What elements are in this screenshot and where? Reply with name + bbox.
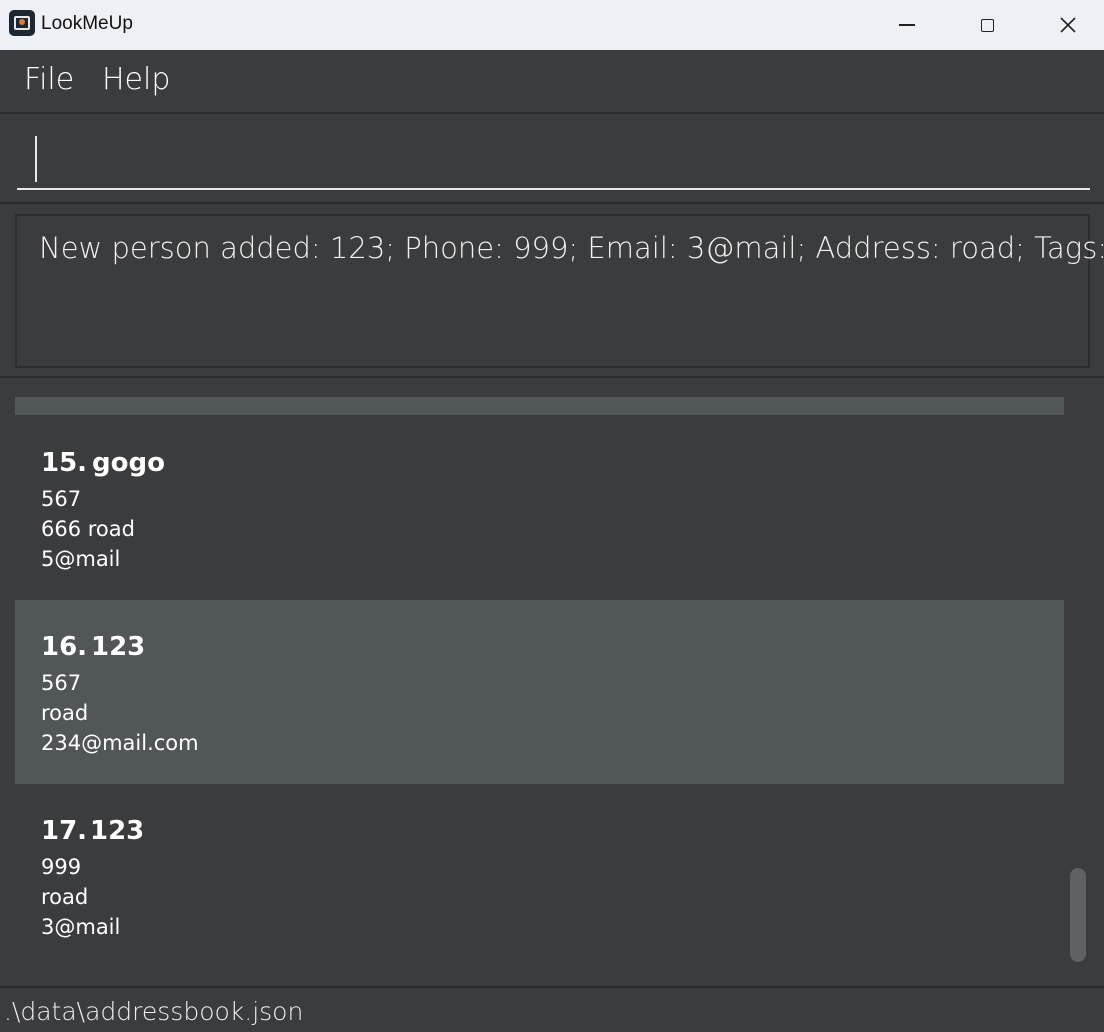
command-input[interactable]: [17, 128, 1090, 190]
text-caret: [35, 136, 37, 182]
menu-bar: File Help: [0, 50, 1104, 112]
status-bar: .\data\addressbook.json: [0, 986, 1104, 1032]
person-name: gogo: [92, 448, 165, 478]
person-email: 3@mail: [41, 915, 121, 939]
person-phone: 567: [41, 671, 82, 695]
person-phone: 567: [41, 487, 82, 511]
person-email: 5@mail: [41, 547, 121, 571]
person-email: 234@mail.com: [41, 731, 199, 755]
person-card-partial[interactable]: [15, 397, 1064, 415]
close-button[interactable]: [1028, 0, 1104, 50]
command-box-area: [0, 114, 1104, 202]
scrollbar-thumb[interactable]: [1070, 868, 1086, 962]
person-index: 15.: [41, 448, 88, 478]
person-address: road: [41, 885, 89, 909]
window-title: LookMeUp: [41, 13, 133, 34]
result-display-area: New person added: 123; Phone: 999; Email…: [0, 204, 1104, 376]
save-file-path: .\data\addressbook.json: [4, 997, 304, 1026]
person-card[interactable]: 15. gogo 567 666 road 5@mail: [15, 416, 1064, 600]
result-display: New person added: 123; Phone: 999; Email…: [15, 214, 1104, 368]
maximize-icon: [980, 18, 994, 32]
minimize-icon: [899, 24, 915, 26]
person-index: 17.: [41, 816, 88, 846]
person-card[interactable]: 17. 123 999 road 3@mail: [15, 784, 1064, 967]
person-list-panel: 15. gogo 567 666 road 5@mail 16. 123 567…: [0, 378, 1104, 984]
person-phone: 999: [41, 855, 82, 879]
close-icon: [1060, 17, 1076, 33]
person-list[interactable]: 15. gogo 567 666 road 5@mail 16. 123 567…: [15, 397, 1064, 967]
menu-help[interactable]: Help: [102, 62, 170, 98]
result-message: New person added: 123; Phone: 999; Email…: [39, 231, 1104, 265]
person-name: 123: [90, 816, 145, 846]
title-bar: LookMeUp: [0, 0, 1104, 50]
minimize-button[interactable]: [867, 0, 947, 50]
person-address: 666 road: [41, 517, 135, 541]
person-index: 16.: [41, 632, 88, 662]
app-book-icon: [9, 10, 35, 36]
person-card-selected[interactable]: 16. 123 567 road 234@mail.com: [15, 600, 1064, 784]
person-name: 123: [91, 632, 146, 662]
person-address: road: [41, 701, 89, 725]
menu-file[interactable]: File: [24, 62, 74, 98]
maximize-button[interactable]: [947, 0, 1027, 50]
